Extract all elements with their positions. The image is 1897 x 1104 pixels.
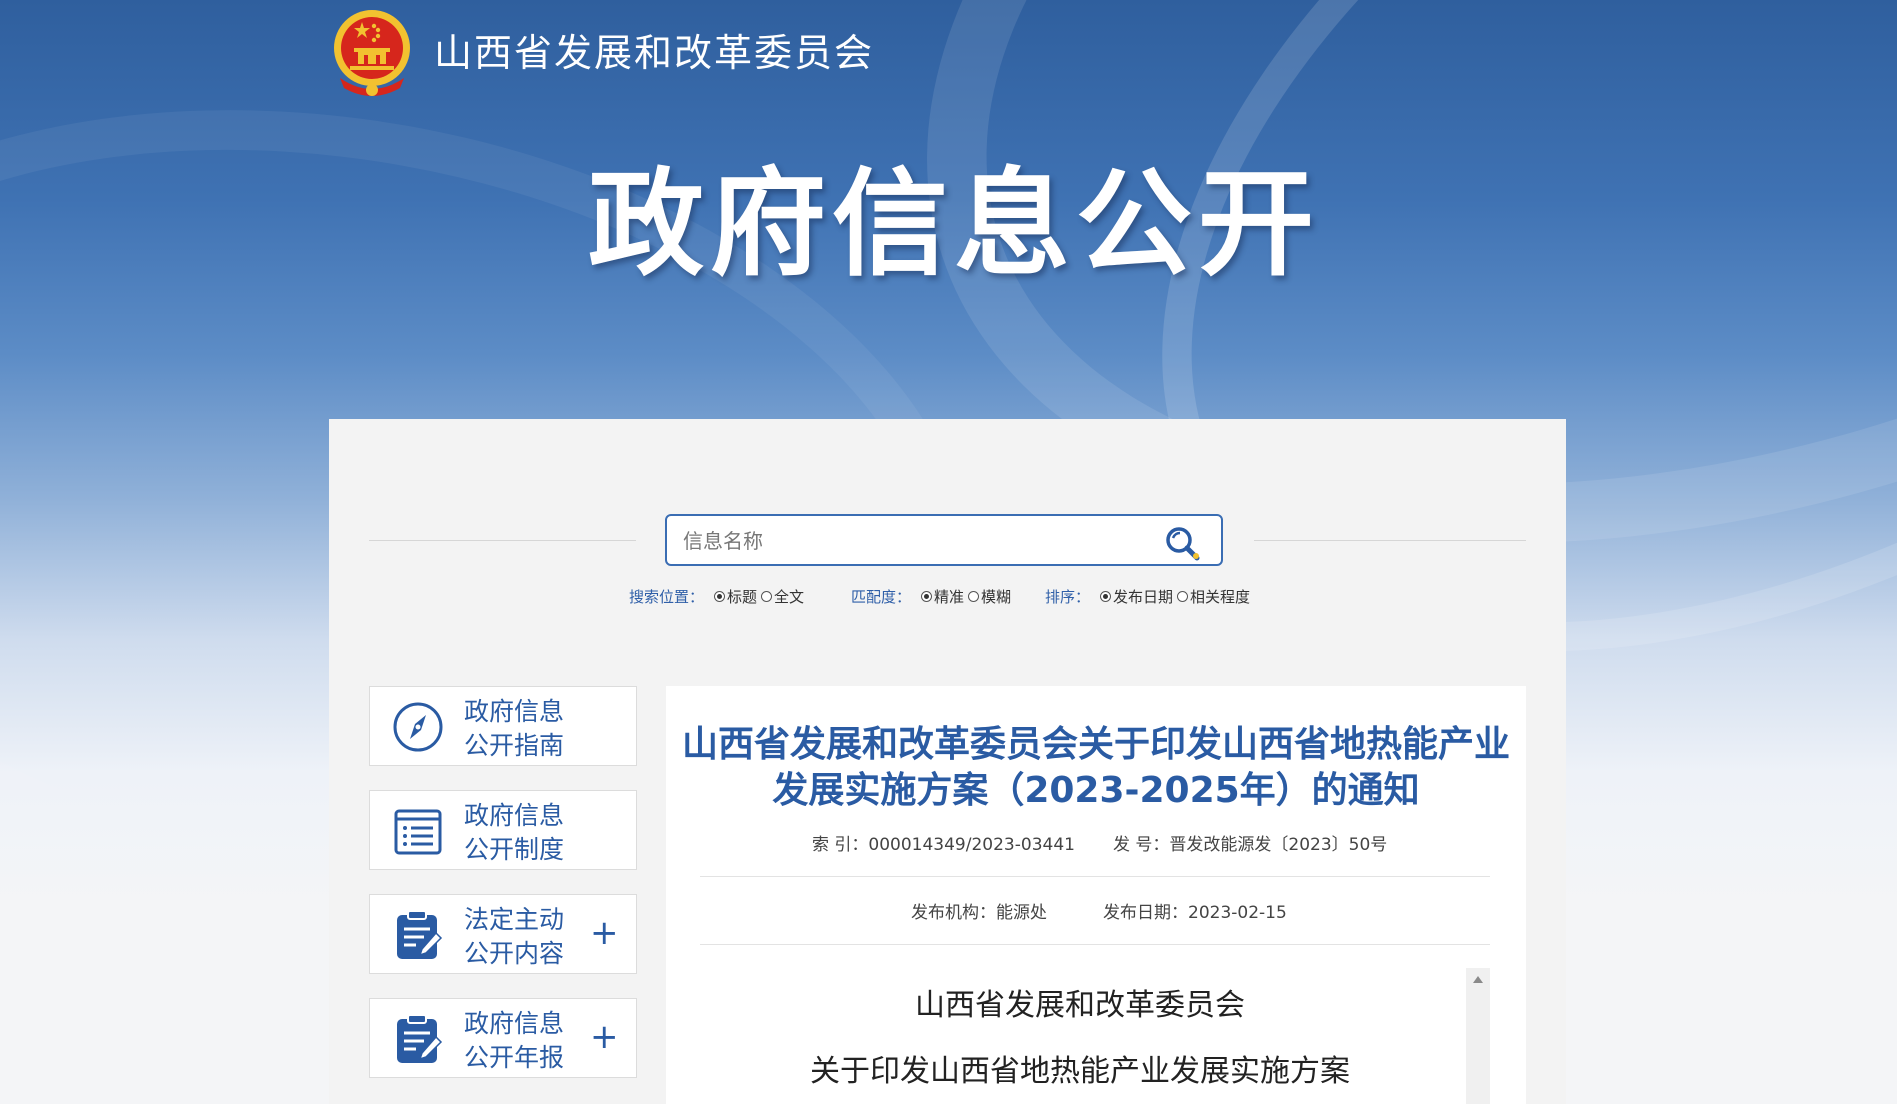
article-title-line: 山西省发展和改革委员会关于印发山西省地热能产业 — [681, 724, 1510, 765]
search-options: 搜索位置： 标题 全文 匹配度： 精准 模糊 排序： 发布日期 相关程度 — [629, 586, 1329, 610]
article-panel: 山西省发展和改革委员会关于印发山西省地热能产业 发展实施方案（2023-2025… — [666, 686, 1526, 1104]
sidebar-label-line: 公开年报 — [464, 1043, 565, 1072]
document-scrollbar[interactable] — [1466, 968, 1490, 1104]
list-document-icon — [394, 809, 442, 855]
search-box — [665, 514, 1223, 566]
expand-plus-icon[interactable]: + — [590, 1019, 619, 1055]
article-title: 山西省发展和改革委员会关于印发山西省地热能产业 发展实施方案（2023-2025… — [676, 722, 1516, 814]
clipboard-edit-icon — [397, 1014, 443, 1063]
date-label: 发布日期： — [1103, 903, 1188, 923]
doc-number-value: 晋发改能源发〔2023〕50号 — [1169, 835, 1388, 855]
scroll-up-arrow-icon[interactable] — [1473, 976, 1483, 983]
search-divider-right — [1254, 540, 1526, 541]
sidebar-label-line: 公开内容 — [464, 939, 565, 968]
radio-exact[interactable] — [921, 591, 933, 602]
document-body: 山西省发展和改革委员会 关于印发山西省地热能产业发展实施方案 — [700, 968, 1490, 1104]
site-name[interactable]: 山西省发展和改革委员会 — [434, 22, 874, 77]
radio-publish-date[interactable] — [1100, 591, 1112, 602]
publishing-org: 发布机构：能源处 — [911, 898, 1047, 923]
radio-fulltext[interactable] — [761, 591, 773, 602]
radio-relevance-label[interactable]: 相关程度 — [1190, 586, 1250, 607]
search-divider-left — [369, 540, 636, 541]
index-number: 索 引：000014349/2023-03441 — [812, 830, 1075, 855]
search-position-options: 搜索位置： 标题 全文 — [629, 586, 804, 607]
sort-label: 排序： — [1045, 588, 1091, 606]
radio-relevance[interactable] — [1177, 591, 1189, 602]
meta-divider — [700, 944, 1490, 945]
publish-date: 发布日期：2023-02-15 — [1103, 898, 1287, 923]
radio-fuzzy[interactable] — [968, 591, 980, 602]
search-input[interactable] — [681, 525, 1155, 557]
radio-publish-date-label[interactable]: 发布日期 — [1113, 586, 1173, 607]
sort-options: 排序： 发布日期 相关程度 — [1045, 586, 1250, 607]
sidebar-label-line: 法定主动 — [464, 905, 565, 934]
clipboard-edit-icon — [397, 910, 443, 959]
sidebar-item-statutory-content[interactable]: 法定主动 公开内容 + — [369, 894, 637, 974]
sidebar-item-label: 政府信息 公开年报 — [464, 1007, 584, 1075]
radio-fulltext-label[interactable]: 全文 — [774, 586, 804, 607]
document-body-line: 关于印发山西省地热能产业发展实施方案 — [810, 1054, 1350, 1089]
sidebar-label-line: 公开指南 — [464, 731, 565, 760]
meta-divider — [700, 876, 1490, 877]
hero-title: 政府信息公开 — [588, 157, 1320, 292]
org-label: 发布机构： — [911, 903, 996, 923]
document-body-line: 山西省发展和改革委员会 — [915, 988, 1245, 1023]
index-value: 000014349/2023-03441 — [868, 835, 1075, 855]
sidebar-item-label: 法定主动 公开内容 — [464, 903, 584, 971]
match-label: 匹配度： — [851, 588, 912, 606]
sidebar-item-system[interactable]: 政府信息 公开制度 — [369, 790, 637, 870]
national-emblem-icon — [334, 10, 410, 96]
sidebar-label-line: 公开制度 — [464, 835, 565, 864]
search-position-label: 搜索位置： — [629, 588, 705, 606]
radio-exact-label[interactable]: 精准 — [934, 586, 964, 607]
sidebar-label-line: 政府信息 — [464, 1009, 565, 1038]
sidebar-item-label: 政府信息 公开指南 — [464, 695, 584, 763]
doc-number-label: 发 号： — [1113, 835, 1170, 855]
compass-icon — [393, 702, 443, 752]
radio-title[interactable] — [714, 591, 726, 602]
match-options: 匹配度： 精准 模糊 — [851, 586, 1011, 607]
radio-title-label[interactable]: 标题 — [727, 586, 757, 607]
sidebar-item-guide[interactable]: 政府信息 公开指南 — [369, 686, 637, 766]
article-title-line: 发展实施方案（2023-2025年）的通知 — [772, 770, 1420, 811]
document-number: 发 号：晋发改能源发〔2023〕50号 — [1113, 830, 1387, 855]
sidebar-item-annual-report[interactable]: 政府信息 公开年报 + — [369, 998, 637, 1078]
search-icon[interactable] — [1163, 524, 1203, 562]
index-label: 索 引： — [812, 835, 869, 855]
sidebar-item-label: 政府信息 公开制度 — [464, 799, 584, 867]
date-value: 2023-02-15 — [1188, 903, 1287, 923]
main-panel: 搜索位置： 标题 全文 匹配度： 精准 模糊 排序： 发布日期 相关程度 — [329, 419, 1566, 1104]
sidebar-label-line: 政府信息 — [464, 801, 565, 830]
sidebar-label-line: 政府信息 — [464, 697, 565, 726]
radio-fuzzy-label[interactable]: 模糊 — [981, 586, 1011, 607]
expand-plus-icon[interactable]: + — [590, 915, 619, 951]
org-value: 能源处 — [996, 903, 1047, 923]
